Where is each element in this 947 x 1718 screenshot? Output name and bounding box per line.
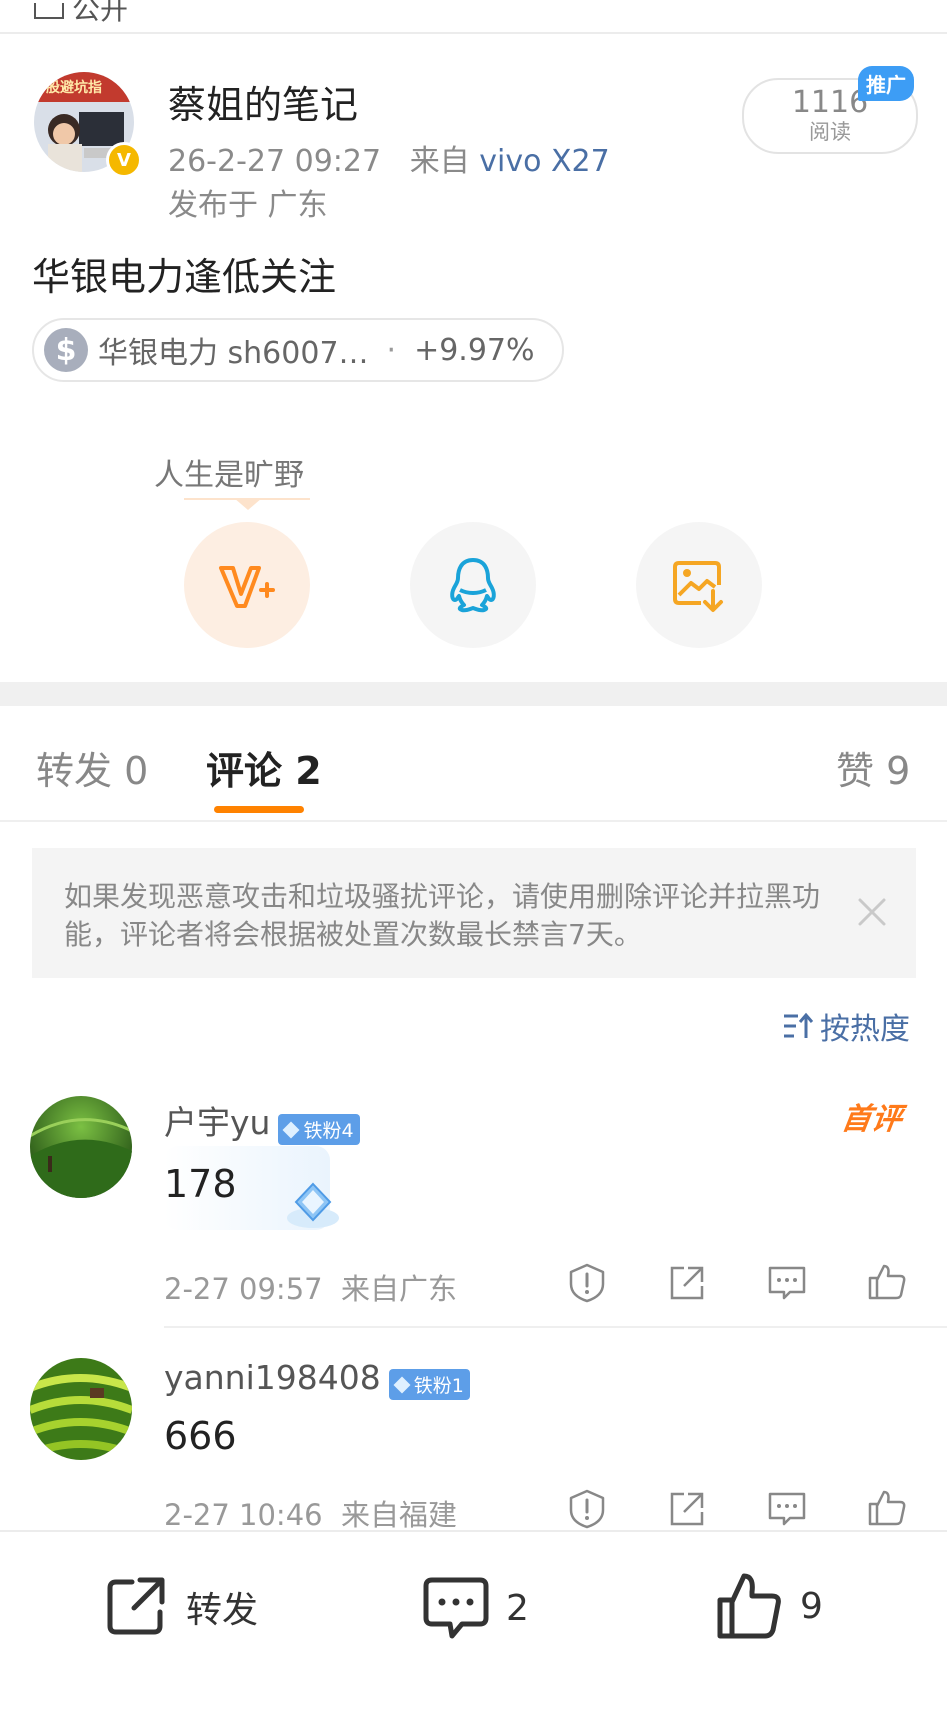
diamond-icon [393, 1376, 411, 1393]
visibility-icon [34, 3, 64, 19]
notice-text: 如果发现恶意攻击和垃圾骚扰评论，请使用删除评论并拉黑功能，评论者将会根据被处置次… [64, 880, 821, 951]
post-meta: 26-2-27 09:27 来自 vivo X27 [168, 136, 610, 180]
bottom-comment-button[interactable]: 2 [422, 1574, 529, 1642]
sort-label: 按热度 [820, 1012, 910, 1047]
report-icon[interactable] [566, 1262, 608, 1304]
share-arrow [234, 498, 262, 510]
stock-change: +9.97% [414, 332, 535, 368]
tab-divider [0, 820, 947, 822]
report-icon[interactable] [566, 1488, 608, 1530]
tab-repost[interactable]: 转发 0 [36, 740, 148, 795]
qq-icon [450, 558, 496, 613]
commenter-avatar[interactable] [30, 1358, 132, 1460]
post-source[interactable]: vivo X27 [479, 144, 609, 179]
comment-meta: 2-27 10:46 来自福建 [164, 1498, 458, 1532]
comment-header: yanni198408 铁粉1 [164, 1358, 470, 1400]
top-bar: 公开 [0, 0, 947, 34]
fan-badge: 铁粉4 [278, 1114, 360, 1145]
visibility-label: 公开 [34, 0, 128, 28]
section-gap [0, 682, 947, 706]
post-location: 发布于 广东 [168, 188, 328, 223]
sort-icon [784, 1012, 814, 1038]
commenter-name[interactable]: 户宇yu [164, 1103, 270, 1142]
promo-badge[interactable]: 推广 [858, 66, 914, 101]
like-icon[interactable] [866, 1486, 908, 1528]
diamond-icon [282, 1121, 300, 1138]
share-button-save-image[interactable] [636, 522, 762, 648]
comment-header: 户宇yu 铁粉4 [164, 1096, 360, 1145]
tab-like[interactable]: 赞 9 [836, 740, 910, 795]
tab-indicator [214, 806, 304, 813]
comment-text: 666 [164, 1414, 237, 1458]
weibo-vplus-icon [219, 566, 275, 608]
stock-name: 华银电力 sh6007… [98, 336, 369, 371]
share-button-qq[interactable] [410, 522, 536, 648]
svg-text:股避坑指: 股避坑指 [46, 79, 102, 96]
from-label: 来自 [409, 144, 470, 179]
dollar-icon: $ [44, 328, 88, 372]
verified-badge: V [106, 142, 142, 178]
bottom-like-count: 9 [800, 1585, 823, 1627]
post-text: 华银电力逢低关注 [32, 255, 337, 299]
share-out-icon[interactable] [666, 1488, 708, 1530]
author-name[interactable]: 蔡姐的笔记 [168, 74, 358, 129]
bottom-action-bar: 转发 2 9 [0, 1530, 947, 1718]
commenter-avatar[interactable] [30, 1096, 132, 1198]
share-title: 人生是旷野 [154, 458, 304, 493]
comment-text: 178 [164, 1162, 237, 1206]
bottom-like-button[interactable]: 9 [716, 1570, 823, 1642]
commenter-name[interactable]: yanni198408 [164, 1358, 381, 1397]
save-image-icon [673, 561, 723, 612]
tab-comment[interactable]: 评论 2 [206, 740, 322, 795]
bottom-repost-label: 转发 [186, 1590, 259, 1631]
reply-icon[interactable] [766, 1488, 808, 1530]
bottom-comment-count: 2 [506, 1587, 529, 1629]
fan-badge: 铁粉1 [388, 1369, 470, 1400]
stock-separator: · [386, 332, 397, 368]
read-label: 阅读 [809, 120, 851, 144]
thumbs-up-icon [717, 1573, 781, 1639]
post-time: 26-2-27 09:27 [168, 144, 382, 179]
like-icon[interactable] [866, 1260, 908, 1302]
share-out-icon[interactable] [666, 1262, 708, 1304]
bottom-repost-button[interactable]: 转发 [104, 1574, 258, 1640]
share-button-weibo[interactable] [184, 522, 310, 648]
comment-meta: 2-27 09:57 来自广东 [164, 1272, 458, 1306]
stock-chip[interactable]: $ 华银电力 sh6007… · +9.97% [32, 318, 564, 382]
comment-icon [423, 1577, 489, 1639]
first-comment-tag: 首评 [839, 1102, 904, 1137]
comment-notice: 如果发现恶意攻击和垃圾骚扰评论，请使用删除评论并拉黑功能，评论者将会根据被处置次… [32, 848, 916, 978]
repost-icon [107, 1577, 165, 1635]
reply-icon[interactable] [766, 1262, 808, 1304]
comment-divider [164, 1326, 947, 1328]
close-icon[interactable] [852, 892, 892, 932]
diamond-sticker-icon [287, 1182, 339, 1228]
sort-toggle[interactable]: 按热度 [782, 1004, 910, 1048]
